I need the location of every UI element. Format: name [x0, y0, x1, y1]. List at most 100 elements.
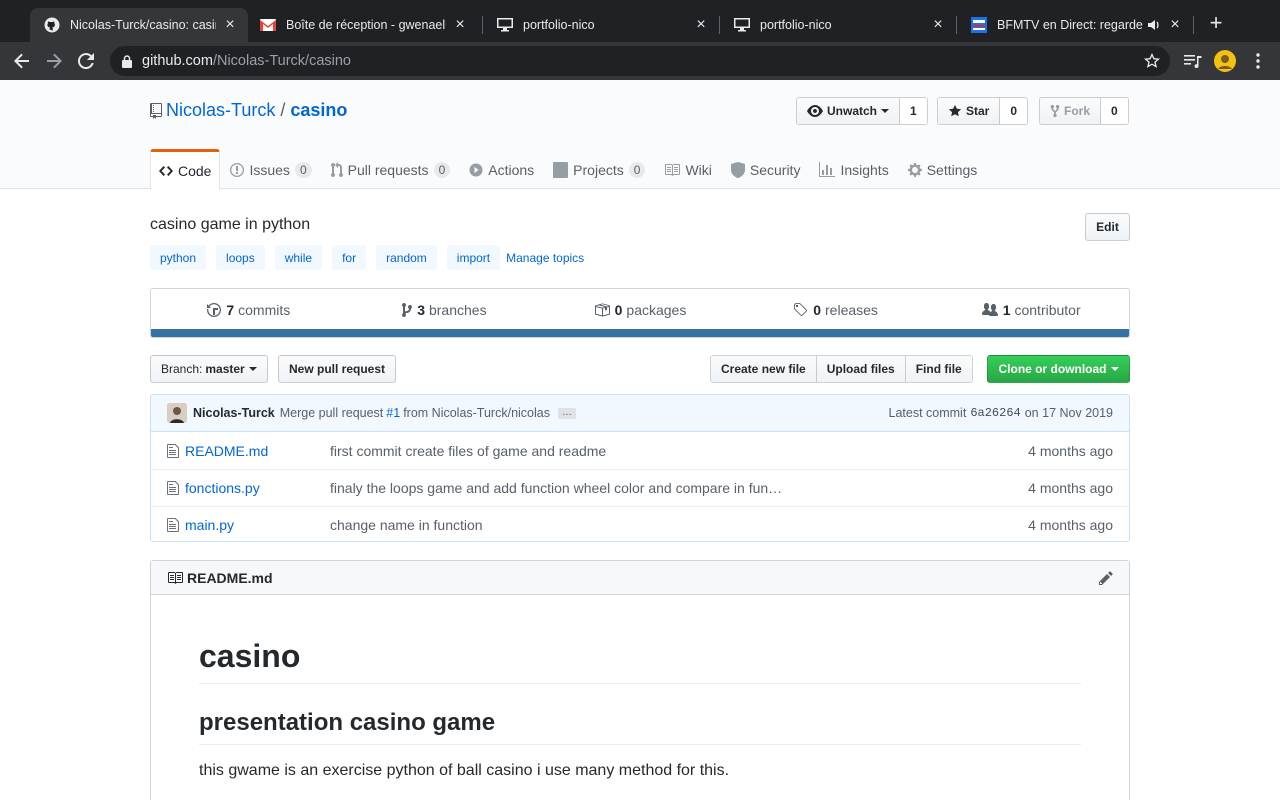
menu-kebab-icon[interactable] — [1245, 48, 1271, 74]
tab-settings[interactable]: Settings — [899, 149, 987, 189]
repo-owner-link[interactable]: Nicolas-Turck — [166, 100, 275, 121]
tab-pull-requests[interactable]: Pull requests 0 — [322, 149, 460, 189]
file-actions-group: Create new file Upload files Find file — [710, 355, 973, 383]
topic-tag[interactable]: python — [150, 245, 207, 270]
browser-tab-portfolio-2[interactable]: portfolio-nico × — [720, 8, 956, 42]
issues-counter: 0 — [294, 161, 312, 178]
repo-icon — [150, 102, 162, 119]
browser-tab-title: portfolio-nico — [760, 18, 832, 32]
projects-counter: 0 — [628, 161, 646, 178]
new-tab-button[interactable]: + — [1204, 12, 1228, 36]
expand-commit-button[interactable]: … — [557, 407, 576, 419]
latest-commit-label: Latest commit — [888, 406, 967, 420]
stargazers-count[interactable]: 0 — [1000, 98, 1028, 124]
browser-tab-portfolio[interactable]: portfolio-nico × — [483, 8, 719, 42]
file-name-link[interactable]: main.py — [185, 517, 330, 533]
clone-or-download-button[interactable]: Clone or download — [987, 355, 1130, 383]
commits-link[interactable]: 7 commits — [151, 289, 347, 331]
commit-author[interactable]: Nicolas-Turck — [193, 406, 275, 420]
browser-tab-gmail[interactable]: Boîte de réception - gwenaelle × — [246, 8, 478, 42]
close-icon[interactable]: × — [452, 17, 468, 33]
topic-tag[interactable]: for — [332, 245, 367, 270]
close-icon[interactable]: × — [1167, 17, 1183, 33]
avatar[interactable] — [167, 403, 187, 423]
repo-header: Nicolas-Turck / casino Unwatch 1 Star 0 … — [0, 80, 1280, 190]
releases-link[interactable]: 0 releases — [738, 289, 934, 331]
find-file-button[interactable]: Find file — [905, 356, 972, 382]
branch-prefix: Branch: — [161, 362, 203, 376]
commit-message-prefix[interactable]: Merge pull request — [280, 406, 384, 420]
readme-panel: README.md casino presentation casino gam… — [150, 560, 1130, 800]
unwatch-button[interactable]: Unwatch — [797, 98, 901, 124]
file-age: 4 months ago — [1028, 480, 1113, 496]
topic-tag[interactable]: import — [446, 245, 501, 270]
file-list: Nicolas-Turck Merge pull request #1 from… — [150, 394, 1130, 542]
speaker-icon[interactable] — [1147, 18, 1161, 32]
reload-icon[interactable] — [73, 48, 99, 74]
issue-icon — [230, 162, 245, 178]
close-icon[interactable]: × — [930, 17, 946, 33]
watchers-count[interactable]: 1 — [900, 98, 927, 124]
tab-label: Issues — [249, 161, 290, 178]
browser-tab-title: Nicolas-Turck/casino: casino game in pyt… — [70, 18, 216, 32]
star-button[interactable]: Star — [938, 98, 1001, 124]
close-icon[interactable]: × — [222, 17, 238, 33]
forks-count[interactable]: 0 — [1101, 98, 1128, 124]
commit-sha-link[interactable]: 6a26264 — [970, 406, 1020, 420]
repo-name-link[interactable]: casino — [290, 100, 347, 121]
repo-summary: 7 commits 3 branches 0 packages 0 releas… — [150, 288, 1130, 338]
close-icon[interactable]: × — [693, 17, 709, 33]
file-commit-message[interactable]: change name in function — [330, 517, 1008, 533]
upload-files-button[interactable]: Upload files — [816, 356, 906, 382]
commit-message-suffix[interactable]: from Nicolas-Turck/nicolas — [403, 406, 550, 420]
branches-label: branches — [428, 302, 487, 318]
language-bar[interactable] — [151, 329, 1129, 337]
tab-projects[interactable]: Projects 0 — [544, 149, 654, 189]
tab-issues[interactable]: Issues 0 — [221, 149, 320, 189]
file-name-link[interactable]: fonctions.py — [185, 480, 330, 496]
tab-wiki[interactable]: Wiki — [655, 149, 720, 189]
topic-tag[interactable]: random — [376, 245, 437, 270]
topic-tag[interactable]: while — [274, 245, 323, 270]
new-pull-request-button[interactable]: New pull request — [278, 355, 397, 383]
commit-pr-link[interactable]: #1 — [386, 406, 400, 420]
file-commit-message[interactable]: first commit create files of game and re… — [330, 443, 1008, 459]
media-queue-icon[interactable] — [1180, 48, 1206, 74]
tab-label: Security — [749, 161, 801, 178]
chevron-down-icon — [248, 367, 257, 371]
profile-avatar[interactable] — [1212, 48, 1238, 74]
branch-select-button[interactable]: Branch: master — [150, 355, 268, 383]
back-icon[interactable] — [9, 48, 35, 74]
file-age: 4 months ago — [1028, 442, 1113, 459]
branches-link[interactable]: 3 branches — [347, 289, 543, 331]
browser-tab-github[interactable]: Nicolas-Turck/casino: casino game in pyt… — [30, 8, 248, 42]
tab-actions[interactable]: Actions — [460, 149, 543, 189]
create-new-file-button[interactable]: Create new file — [711, 356, 817, 382]
readme-paragraph: this gwame is an exercise python of ball… — [199, 762, 730, 780]
contributors-link[interactable]: 1 contributor — [933, 289, 1129, 331]
tab-label: Settings — [926, 161, 978, 178]
browser-tab-strip: Nicolas-Turck/casino: casino game in pyt… — [0, 0, 1280, 42]
pencil-icon[interactable] — [1099, 570, 1113, 586]
file-commit-message[interactable]: finaly the loops game and add function w… — [330, 480, 1008, 496]
topic-tag[interactable]: loops — [216, 245, 265, 270]
fork-label: Fork — [1064, 104, 1091, 118]
edit-description-button[interactable]: Edit — [1085, 213, 1130, 241]
monitor-icon — [734, 17, 750, 33]
star-bookmark-icon[interactable] — [1144, 53, 1160, 69]
packages-link[interactable]: 0 packages — [542, 289, 738, 331]
pull-request-icon — [330, 161, 343, 178]
fork-button[interactable]: Fork — [1040, 98, 1102, 124]
clone-label: Clone or download — [998, 362, 1107, 376]
forward-icon[interactable] — [41, 48, 67, 74]
file-name-link[interactable]: README.md — [185, 443, 330, 459]
manage-topics-link[interactable]: Manage topics — [506, 251, 584, 265]
contributors-count: 1 — [1002, 302, 1011, 318]
address-bar[interactable]: github.com/Nicolas-Turck/casino — [110, 46, 1170, 76]
browser-tab-bfmtv[interactable]: BFMTV en Direct: regarder × — [957, 8, 1193, 42]
github-icon — [44, 17, 60, 33]
tab-insights[interactable]: Insights — [810, 149, 897, 189]
star-button-group: Star 0 — [937, 97, 1029, 125]
tab-security[interactable]: Security — [722, 149, 810, 189]
tab-code[interactable]: Code — [150, 149, 221, 190]
